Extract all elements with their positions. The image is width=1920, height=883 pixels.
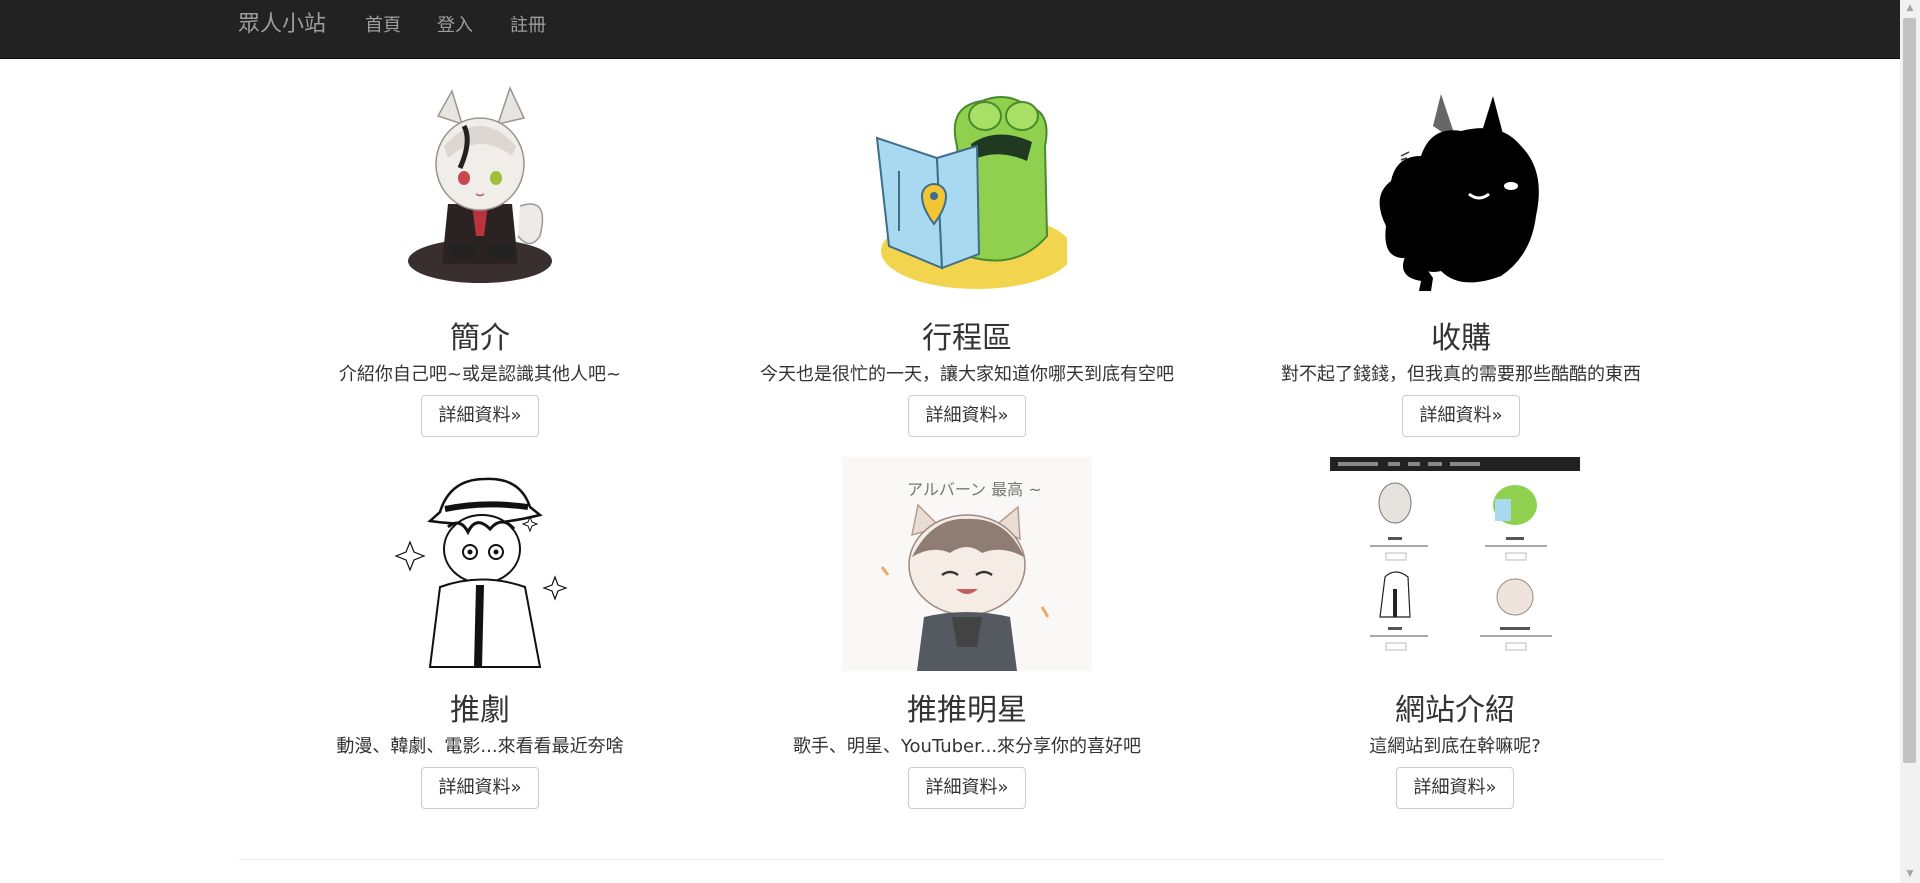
card-site-intro: 網站介紹 這網站到底在幹嘛呢? 詳細資料» <box>1210 457 1700 809</box>
green-frog-map-image <box>875 96 1067 289</box>
card-schedule: 行程區 今天也是很忙的一天，讓大家知道你哪天到底有空吧 詳細資料» <box>722 86 1212 437</box>
website-preview-screenshot-image <box>1330 457 1580 671</box>
nav-link-login[interactable]: 登入 <box>437 15 473 37</box>
nav-link-register[interactable]: 註冊 <box>510 15 546 37</box>
card-title: 推劇 <box>450 693 510 728</box>
top-navbar: 眾人小站 首頁 登入 註冊 <box>0 0 1900 59</box>
details-button[interactable]: 詳細資料» <box>908 395 1026 437</box>
card-description: 歌手、明星、YouTuber...來分享你的喜好吧 <box>792 736 1142 757</box>
manga-character-lineart-image <box>394 477 568 668</box>
chibi-cat-ear-boy-image: アルバーン 最高 ~ <box>842 457 1092 671</box>
card-intro: 簡介 介紹你自己吧~或是認識其他人吧~ 詳細資料» <box>235 86 725 437</box>
card-title: 網站介紹 <box>1395 693 1515 728</box>
scroll-down-icon[interactable]: ▼ <box>1900 866 1920 883</box>
details-button[interactable]: 詳細資料» <box>1396 767 1514 809</box>
card-description: 這網站到底在幹嘛呢? <box>1369 736 1541 757</box>
card-idol: アルバーン 最高 ~ 推推明星 歌手、明星、YouTuber...來分享你的喜好… <box>722 457 1212 809</box>
nav-link-home[interactable]: 首頁 <box>365 15 401 37</box>
card-title: 簡介 <box>450 321 510 356</box>
card-drama: 推劇 動漫、韓劇、電影...來看看最近夯啥 詳細資料» <box>235 457 725 809</box>
black-fluffy-creature-image <box>1379 94 1539 291</box>
details-button[interactable]: 詳細資料» <box>421 395 539 437</box>
card-description: 今天也是很忙的一天，讓大家知道你哪天到底有空吧 <box>760 364 1174 385</box>
details-button[interactable]: 詳細資料» <box>421 767 539 809</box>
card-description: 動漫、韓劇、電影...來看看最近夯啥 <box>336 736 624 757</box>
card-description: 對不起了錢錢，但我真的需要那些酷酷的東西 <box>1281 364 1641 385</box>
svg-text:アルバーン 最高 ~: アルバーン 最高 ~ <box>907 480 1042 499</box>
navbar-brand[interactable]: 眾人小站 <box>238 11 326 39</box>
card-title: 收購 <box>1431 321 1491 356</box>
card-description: 介紹你自己吧~或是認識其他人吧~ <box>338 364 622 385</box>
scrollbar-thumb[interactable] <box>1903 18 1916 763</box>
chibi-wolf-boy-image <box>408 86 552 283</box>
details-button[interactable]: 詳細資料» <box>908 767 1026 809</box>
scroll-up-icon[interactable]: ▲ <box>1900 0 1920 17</box>
card-title: 推推明星 <box>907 693 1027 728</box>
card-title: 行程區 <box>922 321 1012 356</box>
card-purchase: 收購 對不起了錢錢，但我真的需要那些酷酷的東西 詳細資料» <box>1216 86 1706 437</box>
footer-divider <box>238 859 1662 860</box>
details-button[interactable]: 詳細資料» <box>1402 395 1520 437</box>
